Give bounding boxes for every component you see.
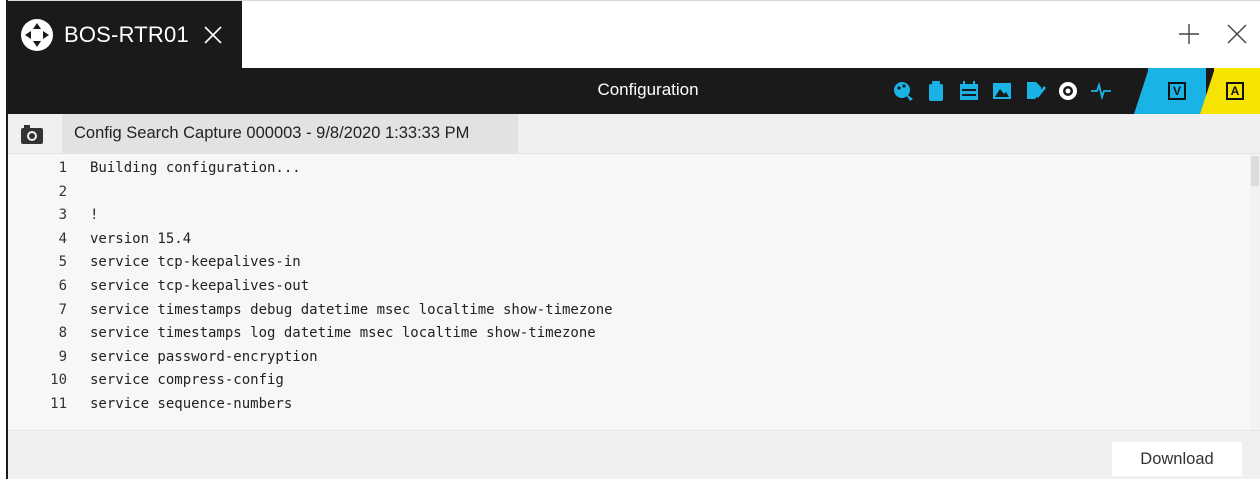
footer: Download — [8, 430, 1260, 479]
code-line: 11 service sequence-numbers — [8, 393, 1244, 416]
network-logo-icon — [21, 19, 53, 51]
line-number: 6 — [58, 278, 67, 294]
download-button[interactable]: Download — [1112, 442, 1242, 476]
tab-bos-rtr01[interactable]: BOS-RTR01 — [8, 1, 242, 69]
line-text: service timestamps log datetime msec loc… — [90, 325, 596, 342]
line-text: service password-encryption — [90, 348, 318, 365]
palette-icon[interactable] — [892, 80, 914, 102]
config-code-viewer[interactable]: 1 Building configuration... 2 3! 4 version 15… — [8, 154, 1260, 430]
capture-label: Config Search Capture 000003 - 9/8/2020 … — [74, 124, 470, 142]
window-controls — [1176, 21, 1250, 47]
close-icon[interactable] — [1224, 21, 1250, 47]
tab-title: BOS-RTR01 — [64, 22, 189, 47]
code-line: 8 service timestamps log datetime msec lo… — [8, 322, 1244, 345]
calendar-icon[interactable] — [958, 80, 980, 102]
line-number: 2 — [58, 183, 67, 200]
line-number: 11 — [50, 396, 67, 412]
close-icon[interactable] — [201, 23, 225, 47]
code-line: 6 service tcp-keepalives-out — [8, 275, 1244, 298]
code-line: 4 version 15.4 — [8, 228, 1244, 251]
line-number: 8 — [58, 325, 67, 342]
line-number: 3 — [58, 207, 67, 224]
line-number: 1 — [58, 160, 67, 176]
code-line: 2 — [8, 181, 1244, 204]
eye-icon[interactable] — [1057, 80, 1079, 102]
code-line: 1 Building configuration... — [8, 157, 1244, 180]
view-badge-label: V — [1168, 82, 1186, 100]
toolbar — [892, 80, 1112, 102]
app-window: BOS-RTR01 Configuration V A Config Searc… — [6, 0, 1260, 479]
line-text: service tcp-keepalives-out — [90, 278, 310, 294]
line-text: version 15.4 — [90, 230, 192, 247]
line-number: 5 — [58, 254, 67, 271]
view-badge[interactable]: V — [1148, 68, 1206, 114]
code-line: 7 service timestamps debug datetime msec … — [8, 299, 1244, 322]
line-number: 7 — [58, 301, 67, 318]
alert-badge-label: A — [1226, 82, 1244, 100]
code-line: 5 service tcp-keepalives-in — [8, 251, 1244, 274]
badge-a-slant — [1200, 68, 1215, 114]
edit-icon[interactable] — [1024, 80, 1046, 102]
scrollbar-thumb[interactable] — [1251, 156, 1259, 186]
tab-bar: BOS-RTR01 — [8, 0, 1260, 69]
camera-icon[interactable] — [20, 123, 44, 145]
pulse-icon[interactable] — [1090, 80, 1112, 102]
plus-icon[interactable] — [1176, 21, 1202, 47]
capture-tab[interactable]: Config Search Capture 000003 - 9/8/2020 … — [62, 114, 518, 154]
title-bar: Configuration V A — [8, 68, 1260, 114]
line-number: 10 — [50, 372, 67, 389]
vertical-scrollbar[interactable] — [1250, 154, 1260, 430]
line-text: ! — [90, 207, 99, 224]
code-line: 3! — [8, 204, 1244, 227]
capture-tab-row: Config Search Capture 000003 - 9/8/2020 … — [8, 114, 1260, 154]
line-text: Building configuration... — [90, 160, 301, 176]
image-icon[interactable] — [991, 80, 1013, 102]
line-text: service sequence-numbers — [90, 396, 293, 412]
line-text: service compress-config — [90, 372, 284, 389]
alert-badge[interactable]: A — [1214, 68, 1260, 114]
code-line: 10 service compress-config — [8, 369, 1244, 392]
badge-v-slant — [1134, 68, 1149, 114]
line-number: 9 — [58, 348, 67, 365]
code-line: 9 service password-encryption — [8, 346, 1244, 369]
line-text: service tcp-keepalives-in — [90, 254, 301, 271]
line-number: 4 — [58, 230, 67, 247]
line-text: service timestamps debug datetime msec l… — [90, 301, 613, 318]
clipboard-icon[interactable] — [925, 80, 947, 102]
